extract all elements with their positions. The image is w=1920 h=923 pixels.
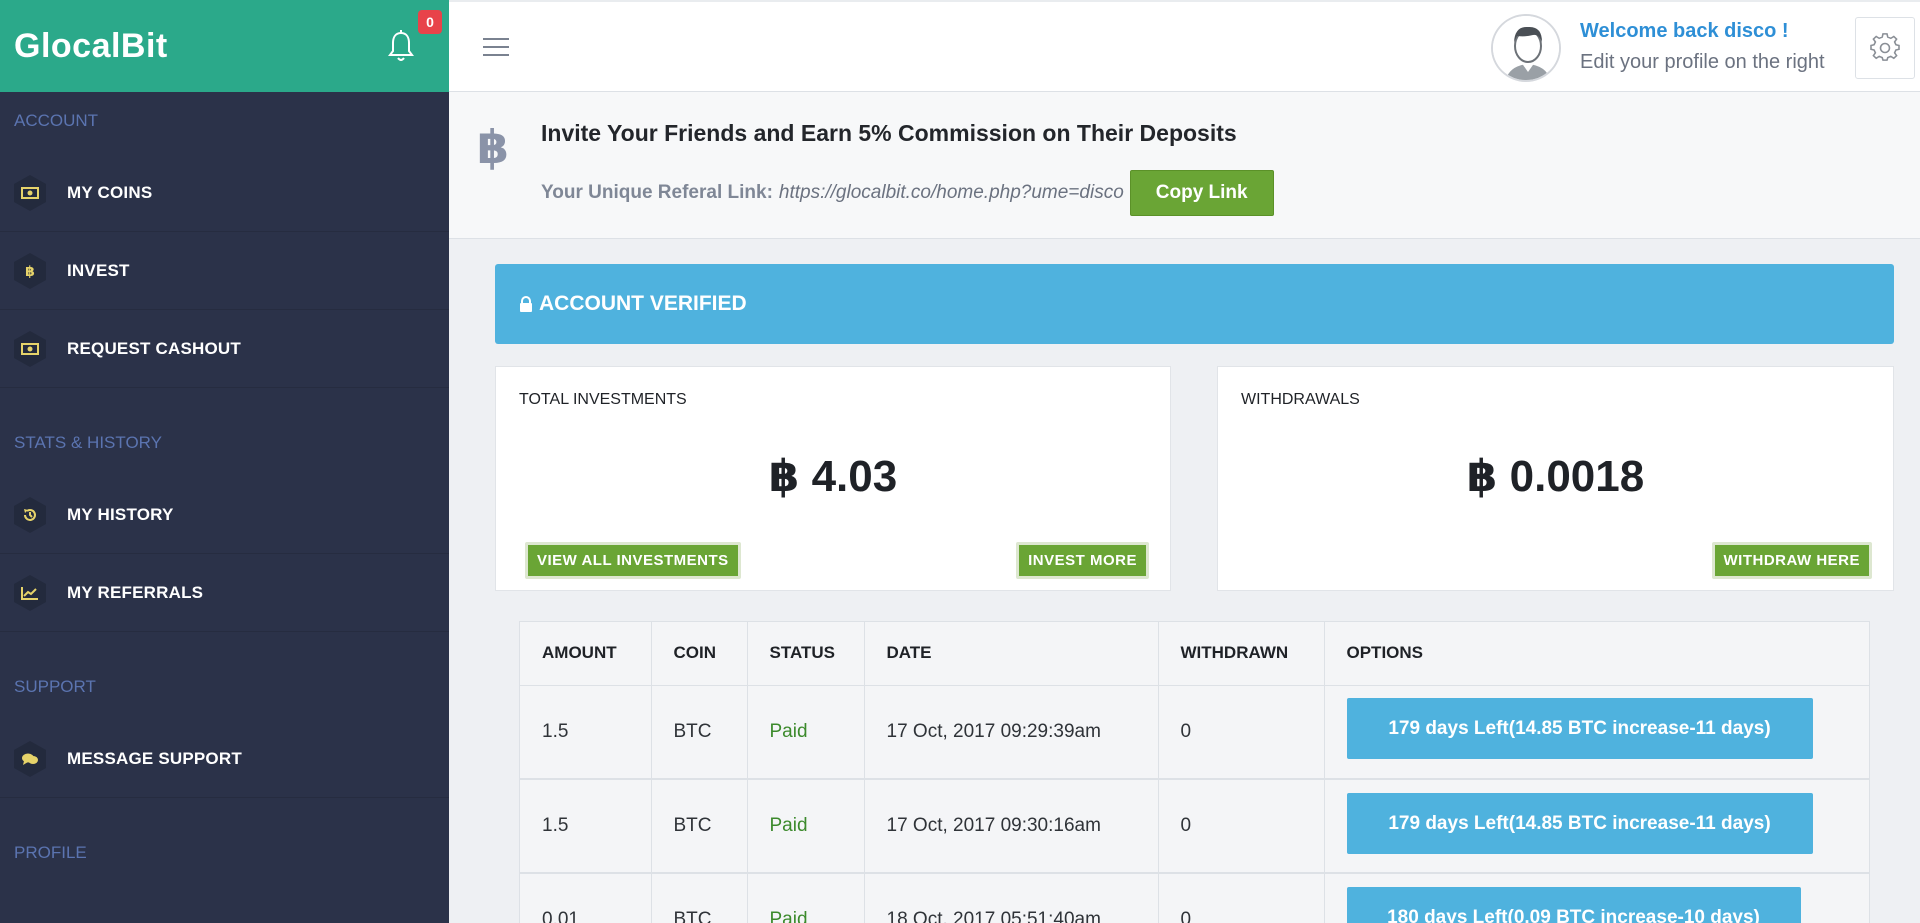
gear-icon (1870, 33, 1900, 61)
history-icon (10, 495, 50, 535)
profile-subtitle: Edit your profile on the right (1580, 51, 1825, 73)
sidebar-item-my-coins[interactable]: MY COINS (0, 154, 449, 232)
lock-icon (520, 296, 532, 312)
sidebar-item-request-cashout[interactable]: REQUEST CASHOUT (0, 310, 449, 388)
cell-date: 17 Oct, 2017 09:29:39am (864, 685, 1159, 780)
settings-button[interactable] (1855, 17, 1915, 79)
investments-table: AMOUNT COIN STATUS DATE WITHDRAWN OPTION… (519, 621, 1870, 923)
days-left-button[interactable]: 179 days Left(14.85 BTC increase-11 days… (1346, 792, 1813, 854)
sidebar-item-label: MESSAGE SUPPORT (67, 748, 242, 768)
cell-coin: BTC (651, 873, 748, 923)
invest-more-button[interactable]: INVEST MORE (1016, 542, 1149, 579)
sidebar-item-message-support[interactable]: MESSAGE SUPPORT (0, 720, 449, 798)
column-header: AMOUNT (520, 622, 652, 686)
chart-icon (10, 573, 50, 613)
cell-options: 179 days Left(14.85 BTC increase-11 days… (1324, 779, 1869, 874)
sidebar-item-label: MY COINS (67, 182, 153, 202)
sidebar-item-label: REQUEST CASHOUT (67, 338, 241, 358)
withdraw-here-button[interactable]: WITHDRAW HERE (1711, 542, 1872, 579)
bitcoin-icon: ฿ (10, 251, 50, 291)
top-bar: Welcome back disco ! Edit your profile o… (449, 0, 1920, 92)
menu-icon[interactable] (483, 38, 509, 58)
column-header: STATUS (747, 622, 865, 686)
sidebar-item-my-history[interactable]: MY HISTORY (0, 476, 449, 554)
referral-link-url[interactable]: https://glocalbit.co/home.php?ume=disco (779, 182, 1124, 204)
cell-coin: BTC (651, 685, 748, 780)
cell-date: 17 Oct, 2017 09:30:16am (864, 779, 1159, 874)
section-label-stats: STATS & HISTORY (14, 433, 162, 452)
cell-withdrawn: 0 (1158, 685, 1325, 780)
cell-coin: BTC (651, 779, 748, 874)
table-row: 0.01 BTC Paid 18 Oct, 2017 05:51:40am 0 … (520, 873, 1869, 923)
withdrawals-value: ฿ 0.0018 (1466, 452, 1645, 501)
notification-badge: 0 (418, 10, 442, 34)
withdrawals-card: WITHDRAWALS ฿ 0.0018 WITHDRAW HERE (1217, 366, 1894, 591)
referral-link-label: Your Unique Referal Link: (541, 182, 773, 203)
welcome-text[interactable]: Welcome back disco ! (1580, 20, 1789, 43)
bell-icon[interactable] (388, 30, 414, 64)
cell-status: Paid (747, 873, 865, 923)
section-label-profile: PROFILE (14, 843, 87, 862)
bitcoin-icon: ฿ (477, 121, 510, 173)
column-header: COIN (651, 622, 748, 686)
sidebar-item-label: MY REFERRALS (67, 582, 204, 602)
table-row: 1.5 BTC Paid 17 Oct, 2017 09:29:39am 0 1… (520, 685, 1869, 780)
cell-options: 179 days Left(14.85 BTC increase-11 days… (1324, 685, 1869, 780)
chat-icon (10, 739, 50, 779)
column-header: OPTIONS (1324, 622, 1869, 686)
cell-withdrawn: 0 (1158, 779, 1325, 874)
table-row: 1.5 BTC Paid 17 Oct, 2017 09:30:16am 0 1… (520, 779, 1869, 874)
sidebar-item-invest[interactable]: ฿ INVEST (0, 232, 449, 310)
avatar[interactable] (1491, 14, 1561, 82)
total-investments-value: ฿ 4.03 (768, 452, 898, 501)
cash-icon (10, 173, 50, 213)
cell-amount: 1.5 (520, 685, 652, 780)
sidebar: GlocalBit 0 ACCOUNT MY COINS ฿ INVEST RE… (0, 0, 449, 923)
cell-status: Paid (747, 779, 865, 874)
cell-options: 180 days Left(0.09 BTC increase-10 days) (1324, 873, 1869, 923)
total-investments-card: TOTAL INVESTMENTS ฿ 4.03 VIEW ALL INVEST… (495, 366, 1171, 591)
sidebar-item-label: MY HISTORY (67, 504, 174, 524)
section-label-support: SUPPORT (14, 677, 96, 696)
cell-withdrawn: 0 (1158, 873, 1325, 923)
cash-icon (10, 329, 50, 369)
referral-banner: ฿ Invite Your Friends and Earn 5% Commis… (449, 92, 1920, 239)
column-header: WITHDRAWN (1158, 622, 1325, 686)
view-all-investments-button[interactable]: VIEW ALL INVESTMENTS (525, 542, 741, 579)
brand-logo[interactable]: GlocalBit (14, 27, 168, 66)
days-left-button[interactable]: 180 days Left(0.09 BTC increase-10 days) (1346, 886, 1801, 923)
copy-link-button[interactable]: Copy Link (1129, 170, 1274, 216)
cell-date: 18 Oct, 2017 05:51:40am (864, 873, 1159, 923)
table-header-row: AMOUNT COIN STATUS DATE WITHDRAWN OPTION… (520, 622, 1869, 686)
column-header: DATE (864, 622, 1159, 686)
cell-amount: 0.01 (520, 873, 652, 923)
referral-title: Invite Your Friends and Earn 5% Commissi… (541, 120, 1237, 146)
sidebar-item-my-referrals[interactable]: MY REFERRALS (0, 554, 449, 632)
cell-amount: 1.5 (520, 779, 652, 874)
section-label-account: ACCOUNT (14, 111, 99, 130)
cell-status: Paid (747, 685, 865, 780)
card-title: TOTAL INVESTMENTS (519, 391, 687, 408)
account-verified-alert: ACCOUNT VERIFIED (495, 264, 1894, 344)
sidebar-item-label: INVEST (67, 260, 130, 280)
account-verified-label: ACCOUNT VERIFIED (539, 292, 747, 315)
brand-header: GlocalBit 0 (0, 0, 449, 92)
card-title: WITHDRAWALS (1241, 391, 1360, 408)
days-left-button[interactable]: 179 days Left(14.85 BTC increase-11 days… (1346, 698, 1813, 760)
referral-link-row: Your Unique Referal Link: https://glocal… (541, 170, 1274, 216)
